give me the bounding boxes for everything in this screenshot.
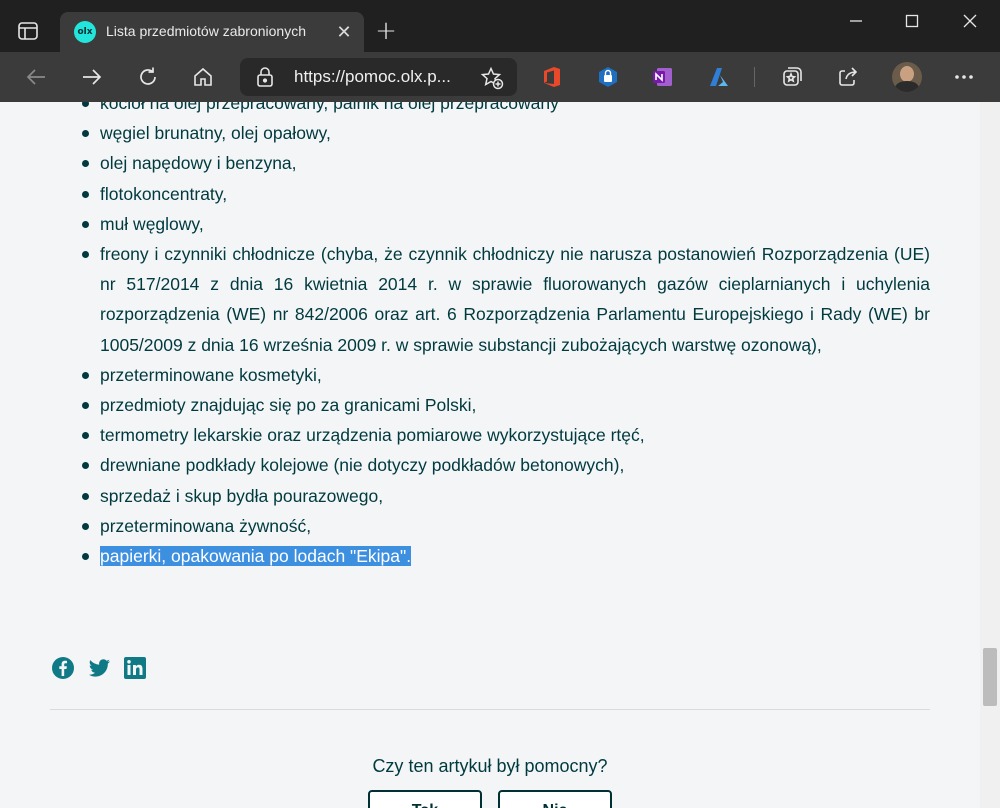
list-item: olej napędowy i benzyna, [82,148,930,178]
facebook-icon[interactable] [51,656,75,680]
onenote-icon[interactable] [651,65,675,89]
page-viewport: kocioł na olej przepracowany, palnik na … [0,102,1000,808]
url-text[interactable]: https://pomoc.olx.p... [294,67,451,87]
list-item: przeterminowane kosmetyki, [82,360,930,390]
browser-tab[interactable]: olx Lista przedmiotów zabronionych ✕ [60,12,364,52]
list-item: termometry lekarskie oraz urządzenia pom… [82,420,930,450]
tab-title: Lista przedmiotów zabronionych [106,23,306,39]
title-bar: olx Lista przedmiotów zabronionych ✕ + [0,0,1000,52]
minimize-icon[interactable] [836,8,876,34]
azure-icon[interactable] [707,65,731,89]
list-item: papierki, opakowania po lodach "Ekipa". [82,541,930,571]
forward-icon[interactable] [80,65,104,89]
tab-actions-icon[interactable] [17,20,39,42]
toolbar-separator [754,67,755,87]
list-item: przedmioty znajdując się po za granicami… [82,390,930,420]
lock-icon[interactable] [256,67,274,87]
list-item: sprzedaż i skup bydła pourazowego, [82,481,930,511]
list-item: drewniane podkłady kolejowe (nie dotyczy… [82,450,930,480]
scrollbar-thumb[interactable] [983,648,997,706]
back-icon[interactable] [24,65,48,89]
home-icon[interactable] [191,65,215,89]
section-divider [50,709,930,710]
more-icon[interactable] [952,65,976,89]
window-close-icon[interactable] [950,8,990,34]
maximize-icon[interactable] [892,8,932,34]
collections-icon[interactable] [780,65,804,89]
selected-text[interactable]: papierki, opakowania po lodach "Ekipa". [100,546,412,567]
olx-favicon: olx [74,21,96,43]
article-content: kocioł na olej przepracowany, palnik na … [0,102,980,808]
list-item: freony i czynniki chłodnicze (chyba, że … [82,239,930,360]
browser-toolbar: https://pomoc.olx.p... [0,52,1000,102]
list-item: węgiel brunatny, olej opałowy, [82,118,930,148]
new-tab-icon[interactable]: + [374,18,398,44]
yes-button[interactable]: Tak [368,790,482,808]
feedback-question: Czy ten artykuł był pomocny? [372,756,608,776]
twitter-icon[interactable] [87,656,111,680]
list-item: muł węglowy, [82,209,930,239]
share-icon[interactable] [836,65,860,89]
linkedin-icon[interactable] [123,656,147,680]
list-item: przeterminowana żywność, [82,511,930,541]
no-button[interactable]: Nie [498,790,612,808]
close-icon[interactable]: ✕ [332,20,356,44]
refresh-icon[interactable] [136,65,160,89]
extension-icon[interactable] [596,65,620,89]
list-item: flotokoncentraty, [82,179,930,209]
office-icon[interactable] [540,65,564,89]
list-item: kocioł na olej przepracowany, palnik na … [82,102,930,118]
address-bar[interactable]: https://pomoc.olx.p... [240,58,517,96]
add-favorite-icon[interactable] [480,66,504,90]
vertical-scrollbar[interactable] [980,102,1000,808]
prohibited-items-list: kocioł na olej przepracowany, palnik na … [82,102,930,571]
profile-avatar[interactable] [892,62,922,92]
